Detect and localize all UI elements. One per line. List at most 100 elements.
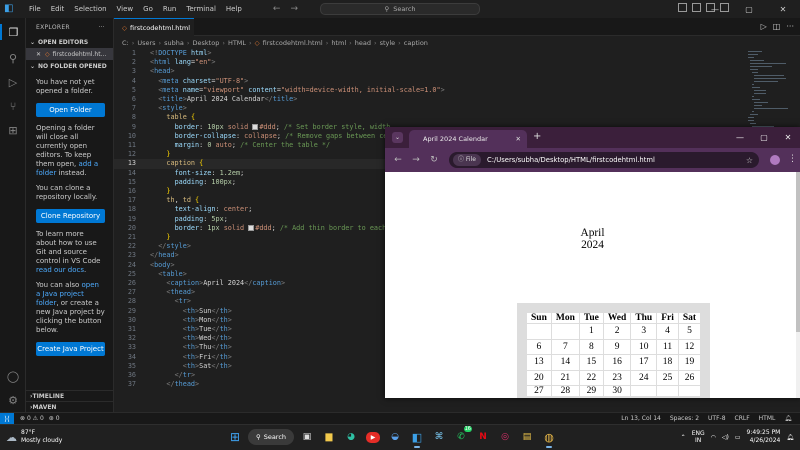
clone-repository-button[interactable]: Clone Repository xyxy=(36,209,105,223)
close-icon[interactable]: ✕ xyxy=(776,127,800,148)
site-info-chip[interactable]: ⓘ File xyxy=(453,154,481,166)
page-scrollbar[interactable] xyxy=(796,172,800,398)
close-icon[interactable]: ✕ xyxy=(766,0,800,18)
wifi-icon[interactable]: ◠ xyxy=(711,434,716,441)
calendar-table: Sun Mon Tue Wed Thu Fri Sat 12345 6 7 8 9 10… xyxy=(517,303,711,398)
explorer-icon[interactable]: ❐ xyxy=(0,24,21,40)
indentation[interactable]: Spaces: 2 xyxy=(670,415,699,422)
whatsapp-icon[interactable]: ✆ 16 xyxy=(452,426,472,446)
edge-browser-icon[interactable]: ◕ xyxy=(342,428,360,446)
menu-view[interactable]: View xyxy=(112,5,139,13)
weather-widget[interactable]: ☁ 87°F Mostly cloudy xyxy=(6,429,62,445)
close-icon[interactable]: ✕ xyxy=(36,51,41,58)
maven-section[interactable]: › MAVEN xyxy=(26,401,114,412)
breadcrumb-item[interactable]: Desktop xyxy=(193,39,220,47)
forward-arrow-icon[interactable]: → xyxy=(290,4,298,14)
gear-icon[interactable]: ⚙ xyxy=(5,392,21,408)
taskbar-search[interactable]: ⚲ Search xyxy=(248,429,294,445)
menu-go[interactable]: Go xyxy=(138,5,158,13)
more-actions-icon[interactable]: ··· xyxy=(786,22,794,31)
menu-edit[interactable]: Edit xyxy=(46,5,70,13)
ports-indicator[interactable]: ⊛ 0 xyxy=(49,415,60,422)
run-icon[interactable]: ▷ xyxy=(761,22,767,31)
language-indicator[interactable]: ENG IN xyxy=(692,430,705,444)
source-control-icon[interactable]: ⑂ xyxy=(5,98,21,114)
address-bar[interactable]: ⓘ File C:/Users/subha/Desktop/HTML/first… xyxy=(449,152,759,168)
file-explorer-icon[interactable]: ▆ xyxy=(320,428,338,446)
youtube-icon[interactable]: ▶ xyxy=(366,431,380,443)
split-editor-icon[interactable]: ◫ xyxy=(773,22,781,31)
chrome-taskbar-icon[interactable]: ◍ xyxy=(540,428,558,448)
no-folder-section[interactable]: ⌄ NO FOLDER OPENED xyxy=(26,60,113,72)
copilot-icon[interactable]: ⌘ xyxy=(430,428,448,446)
notification-center-icon[interactable]: 🔔︎ xyxy=(786,434,794,441)
open-editors-section[interactable]: ⌄ OPEN EDITORS xyxy=(26,36,113,48)
browser-tab[interactable]: April 2024 Calendar ✕ xyxy=(409,130,527,148)
profile-avatar[interactable] xyxy=(770,155,780,165)
breadcrumb-item[interactable]: subha xyxy=(164,39,184,47)
menu-terminal[interactable]: Terminal xyxy=(181,5,221,13)
read-docs-link[interactable]: read our docs xyxy=(36,266,84,274)
breadcrumb-item[interactable]: C: xyxy=(122,39,129,47)
run-debug-icon[interactable]: ▷ xyxy=(5,74,21,90)
breadcrumb-item[interactable]: HTML xyxy=(228,39,246,47)
breadcrumb-item[interactable]: Users xyxy=(137,39,155,47)
account-icon[interactable]: ◯ xyxy=(5,368,21,384)
create-java-project-button[interactable]: Create Java Project xyxy=(36,342,105,356)
tab-search-icon[interactable]: ⌄ xyxy=(392,132,403,143)
encoding[interactable]: UTF-8 xyxy=(708,415,726,422)
instagram-icon[interactable]: ◎ xyxy=(496,428,514,446)
forward-arrow-icon[interactable]: → xyxy=(407,155,425,165)
menu-file[interactable]: File xyxy=(24,5,46,13)
task-view-icon[interactable]: ▣ xyxy=(298,428,316,446)
line-number: 28 xyxy=(127,297,136,306)
extensions-icon[interactable]: ⊞ xyxy=(5,122,21,138)
netflix-icon[interactable]: N xyxy=(474,428,492,446)
open-editor-item[interactable]: ✕ ◇ firstcodehtml.ht... xyxy=(26,48,113,60)
language-mode[interactable]: HTML xyxy=(759,415,776,422)
breadcrumb-item[interactable]: firstcodehtml.html xyxy=(263,39,323,47)
open-folder-button[interactable]: Open Folder xyxy=(36,103,105,117)
toggle-primary-sidebar-icon[interactable] xyxy=(678,3,687,12)
command-center-search[interactable]: ⚲ Search xyxy=(320,3,480,15)
code-line: <th>Mon</th> xyxy=(182,315,232,324)
clock[interactable]: 9:49:25 PM 4/26/2024 xyxy=(747,429,781,445)
breadcrumb-item[interactable]: style xyxy=(380,39,396,47)
maximize-icon[interactable]: ▢ xyxy=(732,0,766,18)
editor-tab[interactable]: ◇ firstcodehtml.html xyxy=(114,18,194,36)
volume-icon[interactable]: ◁) xyxy=(722,434,729,441)
back-arrow-icon[interactable]: ← xyxy=(389,155,407,165)
back-arrow-icon[interactable]: ← xyxy=(273,4,281,14)
minimize-icon[interactable]: — xyxy=(728,127,752,148)
menu-bar: File Edit Selection View Go Run Terminal… xyxy=(24,5,247,13)
remote-indicator-icon[interactable]: ⟩⟨ xyxy=(0,412,14,425)
new-tab-icon[interactable]: + xyxy=(533,131,541,142)
cursor-position[interactable]: Ln 13, Col 14 xyxy=(621,415,661,422)
close-tab-icon[interactable]: ✕ xyxy=(516,135,521,143)
end-of-line[interactable]: CRLF xyxy=(735,415,750,422)
timeline-section[interactable]: › TIMELINE xyxy=(26,390,114,401)
menu-selection[interactable]: Selection xyxy=(69,5,111,13)
start-windows-icon[interactable]: ⊞ xyxy=(226,428,244,446)
scrollbar-thumb[interactable] xyxy=(796,172,800,332)
problems-indicator[interactable]: ⊗ 0 ⚠ 0 xyxy=(20,415,44,422)
breadcrumb-item[interactable]: caption xyxy=(404,39,428,47)
more-actions-icon[interactable]: ··· xyxy=(98,24,105,31)
breadcrumb-item[interactable]: head xyxy=(355,39,371,47)
store-icon[interactable]: ▤ xyxy=(518,428,536,446)
menu-help[interactable]: Help xyxy=(221,5,247,13)
menu-run[interactable]: Run xyxy=(158,5,181,13)
notifications-bell-icon[interactable]: 🔔︎ xyxy=(784,415,792,422)
breadcrumb-separator: › xyxy=(131,38,135,47)
breadcrumb-item[interactable]: html xyxy=(331,39,346,47)
reload-icon[interactable]: ↻ xyxy=(425,155,443,165)
bookmark-star-icon[interactable]: ☆ xyxy=(746,156,753,165)
browser-menu-icon[interactable]: ⋮ xyxy=(788,154,797,164)
search-icon[interactable]: ⚲ xyxy=(5,50,21,66)
minimize-icon[interactable]: — xyxy=(698,0,732,18)
maximize-icon[interactable]: ▢ xyxy=(752,127,776,148)
vscode-taskbar-icon[interactable]: ◧ xyxy=(408,428,426,448)
battery-icon[interactable]: ▭ xyxy=(735,434,741,441)
photos-icon[interactable]: ◒ xyxy=(386,428,404,446)
show-hidden-icons-icon[interactable]: ⌃ xyxy=(681,434,686,441)
